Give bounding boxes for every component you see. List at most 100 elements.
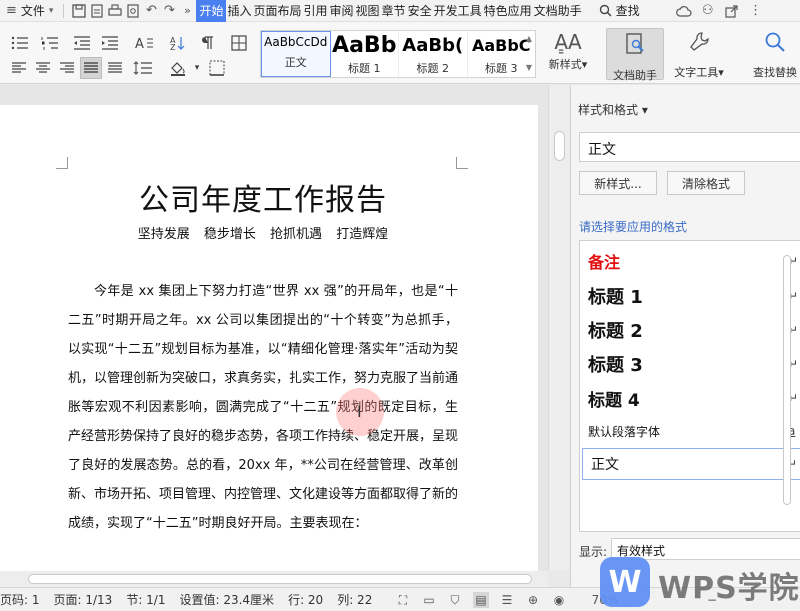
chevron-down-icon[interactable]: ▾	[192, 62, 202, 74]
style-heading-1[interactable]: AaBb 标题 1	[331, 31, 399, 77]
style-item-heading-3[interactable]: 标题 3 ↵	[580, 349, 800, 379]
style-heading-2[interactable]: AaBb( 标题 2	[399, 31, 468, 77]
status-page-number[interactable]: 页码: 1	[0, 591, 40, 608]
line-spacing-icon[interactable]	[130, 58, 156, 78]
cloud-sync-icon[interactable]	[675, 2, 693, 20]
export-pdf-icon[interactable]	[88, 2, 106, 20]
style-item-default-font[interactable]: 默认段落字体 a	[580, 419, 800, 443]
document-horizontal-scrollbar[interactable]	[0, 571, 548, 587]
style-preview: AaBb(	[402, 35, 464, 56]
document-page[interactable]: 公司年度工作报告 坚持发展 稳步增长 抢抓机遇 打造辉煌 今年是 xx 集团上下…	[0, 105, 538, 571]
tab-security[interactable]: 安全	[407, 0, 433, 22]
tab-doc-assistant[interactable]: 文档助手	[533, 0, 583, 22]
tab-home[interactable]: 开始	[196, 0, 227, 22]
clear-format-button[interactable]: 清除格式	[667, 171, 745, 195]
tab-chapter[interactable]: 章节	[381, 0, 407, 22]
style-label: 标题 3	[485, 62, 518, 75]
scrollbar-thumb[interactable]	[28, 574, 532, 584]
justify-icon[interactable]	[80, 57, 102, 79]
decrease-indent-icon[interactable]	[70, 33, 94, 53]
status-page-count[interactable]: 页面: 1/13	[54, 591, 113, 608]
tab-review[interactable]: 审阅	[329, 0, 355, 22]
ribbon-toolbar: A AZ ▾ AaBbCcDd 正文 AaBb 标题 1 AaBb(标题 2 …	[0, 22, 800, 84]
document-body-paragraph[interactable]: 今年是 xx 集团上下努力打造“世界 xx 强”的开局年，也是“十二五”时期开局…	[68, 277, 458, 538]
align-left-icon[interactable]	[8, 58, 30, 78]
style-normal[interactable]: AaBbCcDd 正文	[261, 31, 331, 77]
search-icon[interactable]	[597, 2, 615, 20]
revise-icon[interactable]: ▤	[473, 592, 489, 608]
status-setting-value[interactable]: 设置值: 23.4厘米	[179, 591, 274, 608]
file-menu[interactable]: ≡ 文件 ▾	[0, 0, 57, 22]
numbered-list-icon[interactable]	[8, 33, 32, 53]
outline-view-icon[interactable]: ☰	[499, 592, 515, 608]
eye-protect-icon[interactable]: ◉	[551, 592, 567, 608]
styles-format-pane: 样式和格式 ▾ 正文 新样式... 清除格式 请选择要应用的格式 备注 ↵ 标题…	[570, 85, 800, 587]
style-item-note[interactable]: 备注 ↵	[580, 247, 800, 275]
save-icon[interactable]	[70, 2, 88, 20]
tab-view[interactable]: 视图	[355, 0, 381, 22]
collaborate-icon[interactable]: ⚇	[699, 2, 717, 20]
fullscreen-icon[interactable]: ⛶	[395, 592, 411, 608]
document-area[interactable]: 公司年度工作报告 坚持发展 稳步增长 抢抓机遇 打造辉煌 今年是 xx 集团上下…	[0, 85, 548, 571]
style-item-label: 备注	[588, 253, 621, 272]
new-style-button[interactable]: A͇A 新样式▾	[544, 28, 592, 72]
gallery-scroll-up-icon[interactable]: ▲	[522, 31, 536, 45]
more-options-icon[interactable]: ⋮	[747, 2, 765, 20]
tab-page-layout[interactable]: 页面布局	[252, 0, 302, 22]
share-icon[interactable]	[723, 2, 741, 20]
tab-developer[interactable]: 开发工具	[433, 0, 483, 22]
style-item-heading-2[interactable]: 标题 2 ↵	[580, 315, 800, 345]
print-preview-icon[interactable]	[124, 2, 142, 20]
protect-icon[interactable]: ⛉	[447, 592, 463, 608]
style-item-heading-1[interactable]: 标题 1 ↵	[580, 281, 800, 311]
more-chevron-icon[interactable]: »	[178, 2, 196, 20]
sort-icon[interactable]: AZ	[166, 33, 188, 53]
gallery-scroll-down-icon[interactable]: ▼	[522, 60, 536, 74]
web-view-icon[interactable]: ⊕	[525, 592, 541, 608]
style-item-label: 正文	[591, 457, 619, 473]
choose-format-label: 请选择要应用的格式	[579, 220, 688, 234]
document-vertical-scrollbar[interactable]	[548, 85, 570, 571]
style-item-label: 标题 1	[588, 287, 643, 308]
align-center-icon[interactable]	[32, 58, 54, 78]
tab-special-apps[interactable]: 特色应用	[483, 0, 533, 22]
text-tools-button[interactable]: 文字工具▾	[670, 28, 728, 80]
style-label: 正文	[284, 56, 307, 69]
scrollbar-thumb[interactable]	[554, 131, 565, 161]
new-style-button[interactable]: 新样式...	[579, 171, 657, 195]
doc-assistant-button[interactable]: 文档助手	[606, 28, 664, 82]
reading-mode-icon[interactable]: ▭	[421, 592, 437, 608]
style-label: 标题 1	[348, 62, 381, 75]
menu-bar: ≡ 文件 ▾ ↶ ↷ » 开始 插入 页面布局 引用 审阅 视图 章节 安全 开…	[0, 0, 800, 22]
pane-scrollbar-thumb[interactable]	[783, 255, 791, 505]
table-borders-icon[interactable]	[228, 33, 250, 53]
tab-insert[interactable]: 插入	[226, 0, 252, 22]
svg-text:Z: Z	[170, 43, 176, 51]
show-marks-icon[interactable]	[196, 33, 218, 53]
status-section[interactable]: 节: 1/1	[126, 591, 165, 608]
undo-icon[interactable]: ↶	[142, 2, 160, 20]
increase-indent-icon[interactable]	[98, 33, 122, 53]
shading-icon[interactable]	[166, 58, 192, 78]
style-gallery: AaBbCcDd 正文 AaBb 标题 1 AaBb( 标题 2 AaBbC 标…	[260, 30, 536, 78]
status-row[interactable]: 行: 20	[288, 591, 323, 608]
text-direction-icon[interactable]: A	[130, 33, 158, 53]
print-icon[interactable]	[106, 2, 124, 20]
document-title[interactable]: 公司年度工作报告	[0, 175, 526, 219]
tab-references[interactable]: 引用	[303, 0, 329, 22]
document-subtitle[interactable]: 坚持发展 稳步增长 抢抓机遇 打造辉煌	[0, 223, 526, 242]
redo-icon[interactable]: ↷	[160, 2, 178, 20]
multilevel-list-icon[interactable]	[38, 33, 62, 53]
find-replace-label: 查找替换	[753, 66, 797, 79]
find-replace-button[interactable]: 查找替换	[746, 28, 800, 80]
border-icon[interactable]	[206, 58, 228, 78]
search-label[interactable]: 查找	[615, 0, 641, 22]
style-item-heading-4[interactable]: 标题 4 ↵	[580, 383, 800, 413]
style-item-normal[interactable]: 正文 ↵	[582, 448, 800, 480]
style-item-label: 标题 2	[588, 321, 643, 342]
current-style-combo[interactable]: 正文	[579, 132, 800, 162]
status-column[interactable]: 列: 22	[337, 591, 372, 608]
pane-title[interactable]: 样式和格式 ▾	[578, 101, 648, 118]
align-right-icon[interactable]	[56, 58, 78, 78]
distributed-align-icon[interactable]	[104, 58, 126, 78]
